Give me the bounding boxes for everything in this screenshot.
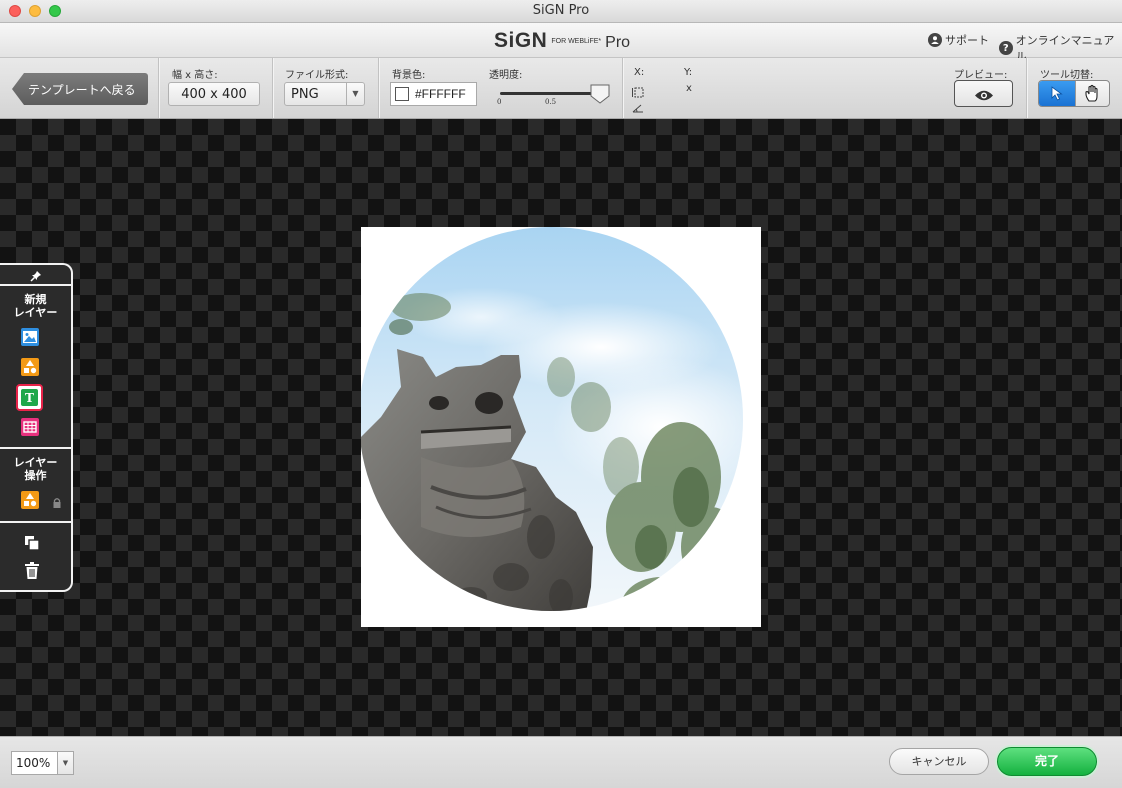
bgcolor-label: 背景色: [392, 70, 426, 81]
add-text-layer-button[interactable]: T [16, 384, 43, 411]
artboard[interactable] [361, 227, 761, 627]
add-shape-layer-button[interactable] [21, 358, 39, 376]
chevron-down-icon: ▼ [57, 752, 73, 774]
size-label: 幅 x 高さ: [172, 70, 218, 81]
x-coord-label: X: [634, 67, 645, 78]
cursor-arrow-icon [1051, 86, 1063, 105]
title-bar: SiGN Pro [0, 0, 1122, 23]
logo-for-text: FOR WEBLiFE* [551, 38, 602, 45]
format-label: ファイル形式: [285, 70, 349, 81]
preview-label: プレビュー: [954, 70, 1008, 81]
panel-divider [0, 447, 71, 449]
help-icon: ? [999, 41, 1013, 55]
duplicate-icon[interactable] [24, 535, 40, 555]
y-coord-label: Y: [684, 67, 693, 78]
toolbar-divider [378, 58, 379, 118]
support-label: サポート [945, 34, 989, 47]
add-table-layer-button[interactable] [21, 418, 39, 436]
layer-ops-heading: レイヤー 操作 [13, 456, 58, 482]
canvas-area[interactable] [0, 119, 1122, 736]
cancel-button[interactable]: キャンセル [889, 748, 989, 775]
zoom-value: 100% [16, 756, 51, 770]
opacity-min-label: 0 [497, 98, 502, 106]
panel-pin-button[interactable] [0, 265, 71, 286]
zoom-select[interactable]: 100% ▼ [11, 751, 74, 775]
chevron-down-icon: ▼ [346, 83, 364, 105]
color-swatch[interactable] [395, 87, 409, 101]
lock-icon[interactable] [52, 494, 62, 513]
layer-ops-shape-button[interactable] [21, 491, 39, 509]
format-select[interactable]: PNG ▼ [284, 82, 365, 106]
format-value: PNG [291, 87, 319, 102]
angle-icon [632, 98, 644, 117]
opacity-label: 透明度: [489, 70, 523, 81]
logo-pro-text: Pro [605, 34, 631, 51]
trash-icon[interactable] [24, 562, 40, 584]
svg-text:T: T [25, 391, 34, 405]
hand-tool-button[interactable] [1075, 81, 1109, 106]
shapes-icon [24, 360, 37, 374]
layer-panel: 新規 レイヤー T レイヤー 操作 [0, 263, 73, 592]
opacity-slider-knob[interactable] [590, 84, 610, 104]
opacity-mid-label: 0.5 [545, 98, 557, 106]
tool-switch-label: ツール切替: [1040, 70, 1094, 81]
toolbar-divider [158, 58, 159, 118]
done-button[interactable]: 完了 [997, 747, 1097, 776]
window-title: SiGN Pro [532, 3, 590, 18]
app-window: SiGN Pro SiGN FOR WEBLiFE* Pro サポート ? オン… [0, 0, 1122, 788]
photo-image [361, 227, 743, 611]
back-button-label: テンプレートへ戻る [28, 83, 136, 97]
support-link[interactable]: サポート [928, 32, 989, 48]
pin-icon [29, 267, 42, 286]
tool-switch-group [1038, 80, 1110, 107]
toolbar-divider [622, 58, 623, 118]
add-image-layer-button[interactable] [21, 328, 39, 346]
toolbar-divider [1026, 58, 1027, 118]
bgcolor-hex: #FFFFFF [415, 87, 466, 101]
panel-divider [0, 521, 71, 523]
bgcolor-field[interactable]: #FFFFFF [390, 82, 477, 106]
select-tool-button[interactable] [1039, 81, 1075, 106]
eye-icon [974, 87, 994, 106]
app-header: SiGN FOR WEBLiFE* Pro サポート ? オンラインマニュアル [0, 23, 1122, 63]
shapes-icon [24, 493, 37, 507]
image-icon [23, 331, 37, 343]
logo-sign-text: SiGN [494, 29, 548, 52]
user-icon [928, 33, 942, 47]
bottom-bar: 100% ▼ キャンセル 完了 [0, 736, 1122, 788]
preview-button[interactable] [954, 80, 1013, 107]
app-logo: SiGN FOR WEBLiFE* Pro [494, 29, 630, 53]
toolbar-divider [272, 58, 273, 118]
back-to-template-button[interactable]: テンプレートへ戻る [12, 73, 148, 105]
table-icon [23, 421, 37, 433]
text-icon: T [21, 389, 38, 406]
size-value-box[interactable]: 400 x 400 [168, 82, 260, 106]
new-layer-heading: 新規 レイヤー [13, 293, 58, 319]
hand-icon [1084, 84, 1102, 106]
size-separator: x [686, 83, 692, 94]
